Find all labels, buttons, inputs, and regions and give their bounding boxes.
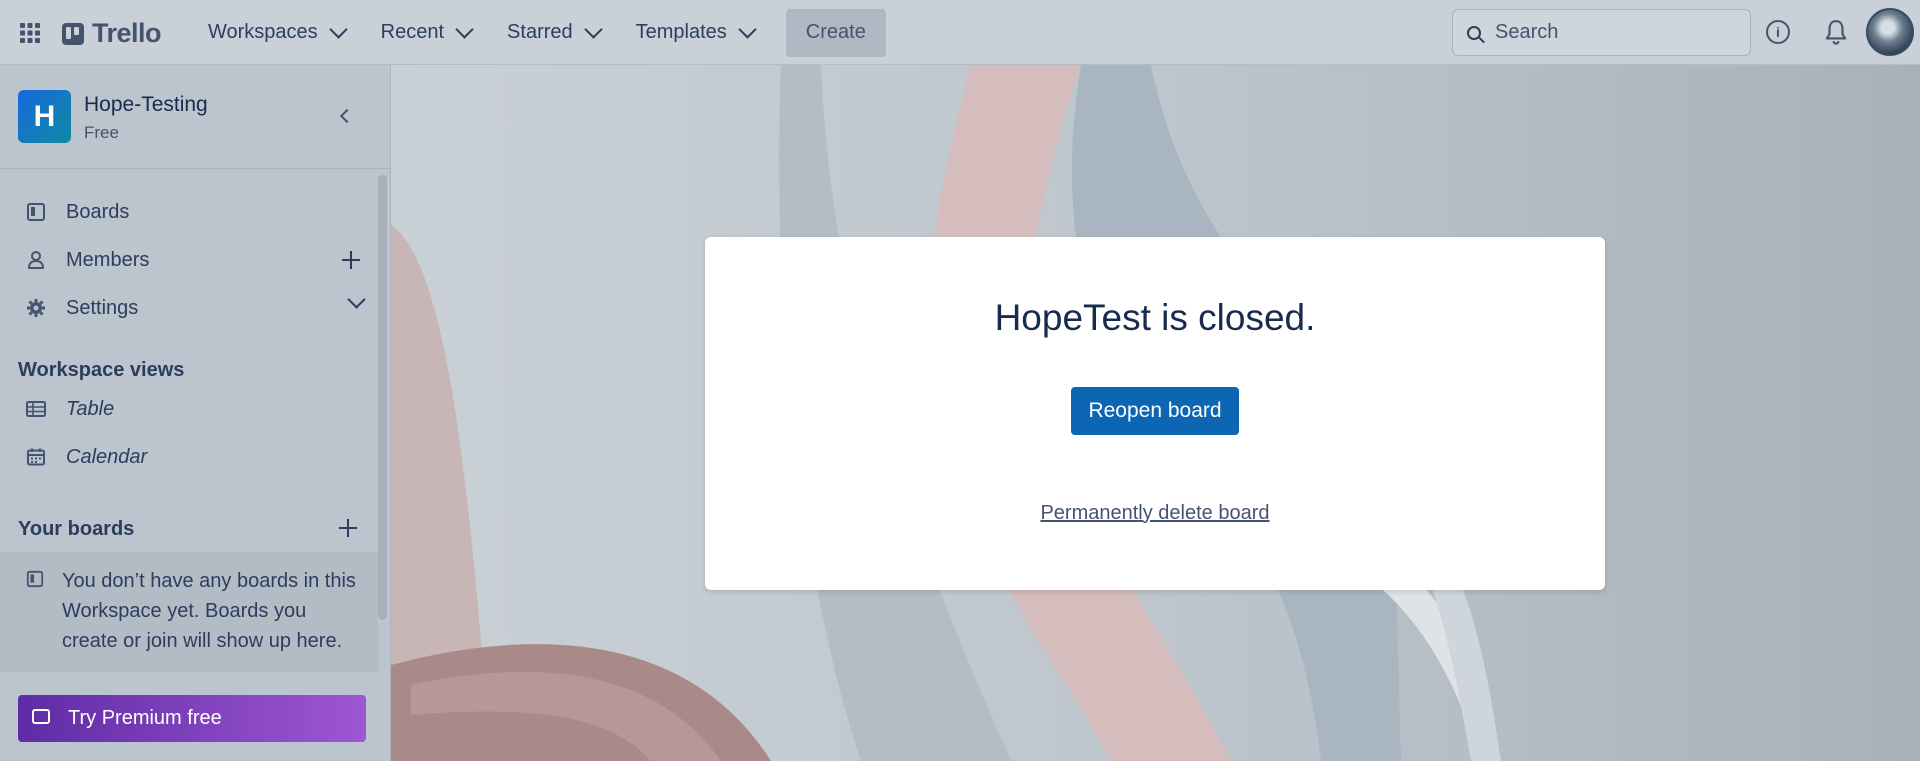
brand-name: Trello xyxy=(92,18,162,48)
nav-templates-label: Templates xyxy=(635,21,727,43)
app-switcher-icon[interactable] xyxy=(18,21,42,45)
main-nav: Workspaces Recent Starred Templates Crea… xyxy=(190,0,886,65)
nav-workspaces[interactable]: Workspaces xyxy=(190,11,363,55)
create-button[interactable]: Create xyxy=(785,8,886,57)
try-premium-button[interactable]: Try Premium free xyxy=(18,695,366,742)
gift-icon xyxy=(32,709,50,724)
nav-workspaces-label: Workspaces xyxy=(208,21,318,43)
info-icon[interactable]: i xyxy=(1766,20,1790,44)
closed-board-title: HopeTest is closed. xyxy=(994,297,1316,338)
chevron-down-icon xyxy=(328,20,348,39)
nav-starred[interactable]: Starred xyxy=(489,11,618,55)
sidebar-item-label: Members xyxy=(66,248,150,271)
chevron-down-icon xyxy=(738,20,757,39)
permanently-delete-board-label[interactable]: Permanently delete board xyxy=(1040,502,1269,524)
bell-icon[interactable] xyxy=(1823,18,1849,46)
board-icon xyxy=(26,570,44,588)
add-member-icon[interactable] xyxy=(342,251,360,269)
board-icon xyxy=(27,203,45,221)
empty-boards-message: You don’t have any boards in this Worksp… xyxy=(0,552,378,672)
your-boards-heading: Your boards xyxy=(18,518,135,540)
try-premium-label: Try Premium free xyxy=(68,707,222,729)
workspace-avatar: H xyxy=(18,90,71,143)
sidebar-item-calendar[interactable]: Calendar xyxy=(0,434,375,480)
table-icon xyxy=(26,401,46,417)
sidebar-item-members[interactable]: Members xyxy=(0,237,375,283)
sidebar-item-label: Boards xyxy=(66,200,130,223)
sidebar-item-label: Table xyxy=(66,397,115,420)
sidebar-scrollbar[interactable] xyxy=(378,175,387,620)
closed-board-dialog: HopeTest is closed. Reopen board Permane… xyxy=(705,237,1605,590)
calendar-icon xyxy=(27,448,45,466)
search-input[interactable] xyxy=(1493,20,1727,45)
empty-boards-text: You don’t have any boards in this Worksp… xyxy=(62,570,356,652)
sidebar-item-settings[interactable]: Settings xyxy=(0,285,375,331)
workspace-name: Hope-Testing xyxy=(84,93,208,116)
workspace-views-heading: Workspace views xyxy=(18,359,185,381)
search-box[interactable] xyxy=(1452,9,1751,56)
chevron-down-icon[interactable] xyxy=(347,290,366,309)
sidebar-item-boards[interactable]: Boards xyxy=(0,189,375,235)
nav-recent-label: Recent xyxy=(380,21,445,43)
person-icon xyxy=(28,251,44,269)
user-avatar[interactable] xyxy=(1866,8,1914,56)
gear-icon xyxy=(27,299,45,317)
add-board-icon[interactable] xyxy=(339,519,357,537)
sidebar-item-table[interactable]: Table xyxy=(0,386,375,432)
reopen-board-button[interactable]: Reopen board xyxy=(1071,387,1239,435)
chevron-down-icon xyxy=(455,20,474,39)
sidebar-item-label: Settings xyxy=(66,296,139,319)
sidebar-item-label: Calendar xyxy=(66,445,148,468)
chevron-down-icon xyxy=(583,20,603,39)
search-icon xyxy=(1467,25,1481,40)
workspace-header: H Hope-Testing Free xyxy=(0,65,390,169)
nav-templates[interactable]: Templates xyxy=(618,11,772,55)
trello-logo[interactable]: Trello xyxy=(62,18,162,49)
workspace-plan: Free xyxy=(84,123,119,142)
permanently-delete-board-link: Permanently delete board xyxy=(705,502,1605,525)
sidebar: H Hope-Testing Free Boards Members Setti… xyxy=(0,65,391,761)
nav-starred-label: Starred xyxy=(507,21,573,43)
nav-recent[interactable]: Recent xyxy=(363,11,489,55)
top-navigation-bar: Trello Workspaces Recent Starred Templat… xyxy=(0,0,1920,65)
collapse-sidebar-icon[interactable] xyxy=(336,106,356,126)
trello-logo-icon xyxy=(62,22,84,45)
